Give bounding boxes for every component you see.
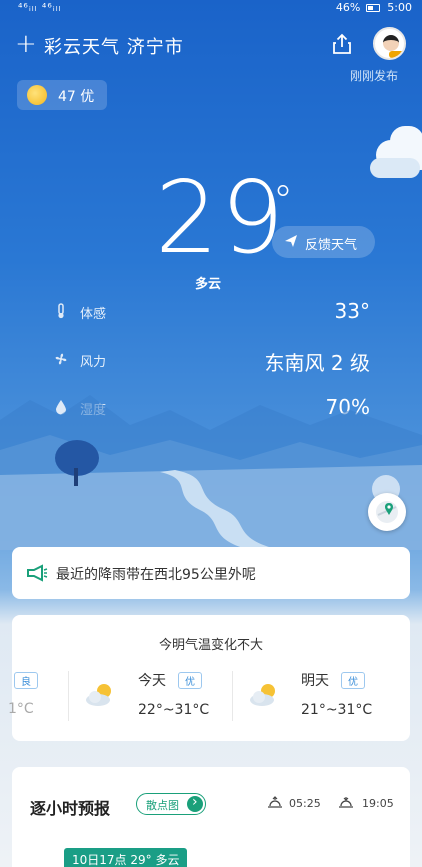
battery-percent: 46% xyxy=(335,1,361,14)
detail-label: 风力 xyxy=(80,355,107,370)
map-button[interactable] xyxy=(368,493,406,531)
current-hour-tag: 10日17点 29° 多云 xyxy=(64,848,188,867)
degree-symbol: ° xyxy=(273,178,293,224)
divider xyxy=(68,671,69,721)
status-bar: ⁴⁶ᵢₗₗ ⁴⁶ᵢₗₗ 46% 5:00 xyxy=(0,0,422,18)
map-pin-icon xyxy=(376,501,398,523)
scatter-chart-button[interactable]: 散点图 xyxy=(136,793,206,815)
rain-notice-text: 最近的降雨带在西北95公里外呢 xyxy=(56,567,256,583)
aqi-badge-small: 优 xyxy=(341,672,365,689)
signal-indicators: ⁴⁶ᵢₗₗ ⁴⁶ᵢₗₗ xyxy=(18,1,62,14)
detail-value: 东南风 2 级 xyxy=(264,351,370,375)
cloud-decoration xyxy=(368,118,422,188)
weather-condition: 多云 xyxy=(195,277,222,292)
forecast-day-yesterday[interactable]: 良 1°C xyxy=(8,670,38,717)
forecast-day-today[interactable]: 今天优 22°~31°C xyxy=(138,670,209,718)
temp-range: 22°~31°C xyxy=(138,702,210,718)
day-label: 明天 xyxy=(301,673,329,689)
clock: 5:00 xyxy=(387,1,412,14)
divider xyxy=(232,671,233,721)
current-temperature: 29 xyxy=(155,159,287,276)
temp-range: 21°~31°C xyxy=(301,702,373,718)
forecast-headline: 今明气温变化不大 xyxy=(158,638,263,653)
paper-plane-icon xyxy=(285,235,297,247)
add-city-button[interactable]: + xyxy=(15,31,37,57)
temp-range: 1°C xyxy=(8,701,34,717)
sunrise-icon xyxy=(268,796,282,808)
day-label: 今天 xyxy=(138,673,166,689)
aqi-badge-small: 优 xyxy=(178,672,202,689)
vip-tag xyxy=(389,51,404,58)
feedback-button[interactable]: 反馈天气 xyxy=(272,226,375,258)
fan-icon xyxy=(55,353,67,365)
partly-cloudy-icon xyxy=(86,684,111,706)
sunset-time: 19:05 xyxy=(362,797,394,810)
landscape-illustration xyxy=(0,395,422,550)
megaphone-icon xyxy=(27,564,48,582)
partly-cloudy-icon xyxy=(250,684,275,706)
status-right: 46% 5:00 xyxy=(336,1,412,14)
thermometer-icon xyxy=(58,303,64,319)
detail-value: 33° xyxy=(334,299,370,323)
rain-notice-card[interactable]: 最近的降雨带在西北95公里外呢 xyxy=(12,547,410,599)
hourly-forecast-card: 逐小时预报 散点图 05:25 19:05 10日17点 29° 多云 xyxy=(12,767,410,867)
publish-status: 刚刚发布 xyxy=(350,69,399,83)
sunrise-time: 05:25 xyxy=(289,797,321,810)
aqi-label: 47 优 xyxy=(58,89,95,105)
aqi-badge[interactable]: 47 优 xyxy=(17,80,107,110)
sun-icon xyxy=(27,85,47,105)
page-title: 彩云天气 济宁市 xyxy=(44,37,184,58)
battery-icon xyxy=(365,4,380,12)
avatar-face xyxy=(383,35,399,51)
daily-forecast-card[interactable]: 今明气温变化不大 良 1°C 今天优 22°~31°C 明天优 21°~31°C xyxy=(8,615,410,741)
avatar[interactable] xyxy=(373,27,406,60)
chevron-right-icon xyxy=(187,794,203,812)
scatter-label: 散点图 xyxy=(146,799,179,812)
share-icon[interactable] xyxy=(331,33,353,55)
sunset-icon xyxy=(339,797,353,808)
aqi-badge-small: 良 xyxy=(14,672,38,689)
hourly-title: 逐小时预报 xyxy=(30,799,111,818)
feedback-label: 反馈天气 xyxy=(305,238,358,253)
detail-label: 体感 xyxy=(80,307,107,322)
forecast-day-tomorrow[interactable]: 明天优 21°~31°C xyxy=(301,670,372,718)
